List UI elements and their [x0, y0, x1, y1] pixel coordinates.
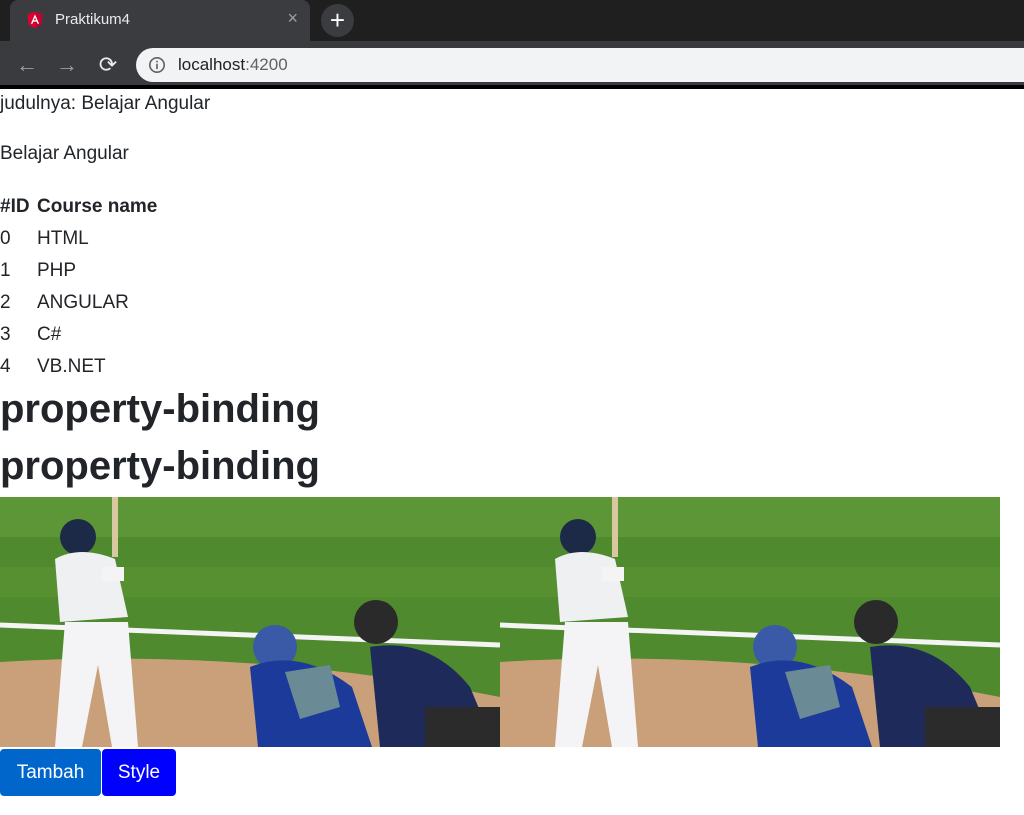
- url-text: localhost:4200: [178, 55, 288, 75]
- row-id: 3: [0, 324, 11, 345]
- row-id: 4: [0, 356, 11, 377]
- table-row: 4 VB.NET: [0, 351, 157, 383]
- subtitle-text: Belajar Angular: [0, 143, 129, 164]
- new-tab-button[interactable]: +: [321, 4, 354, 37]
- forward-arrow-icon[interactable]: →: [55, 53, 79, 77]
- row-course-name: ANGULAR: [37, 292, 129, 313]
- baseball-photo-2: [500, 497, 1000, 747]
- row-id: 2: [0, 292, 11, 313]
- row-id: 0: [0, 228, 11, 249]
- url-host: localhost: [178, 55, 246, 74]
- browser-toolbar: ← → ⟳ localhost:4200: [0, 41, 1024, 89]
- property-binding-heading-1: property-binding: [0, 387, 320, 431]
- table-header-row: #ID Course name: [0, 191, 157, 223]
- table-row: 0 HTML: [0, 223, 157, 255]
- url-port: :4200: [245, 55, 288, 74]
- course-name-column-header: Course name: [37, 196, 158, 217]
- back-arrow-icon[interactable]: ←: [15, 53, 39, 77]
- browser-chrome: Praktikum4 × + ← → ⟳ localhost:4200: [0, 0, 1024, 89]
- page-content: judulnya: Belajar Angular Belajar Angula…: [0, 89, 1024, 815]
- tambah-button[interactable]: Tambah: [0, 749, 101, 796]
- judul-text: judulnya: Belajar Angular: [0, 93, 211, 114]
- tab-title: Praktikum4: [55, 11, 131, 28]
- property-binding-heading-2: property-binding: [0, 444, 320, 488]
- row-id: 1: [0, 260, 11, 281]
- id-column-header: #ID: [0, 196, 30, 217]
- baseball-photo-1: [0, 497, 500, 747]
- info-icon[interactable]: [148, 56, 166, 74]
- close-tab-icon[interactable]: ×: [287, 9, 298, 27]
- browser-tab[interactable]: Praktikum4 ×: [10, 0, 310, 41]
- tab-strip: Praktikum4 × +: [0, 0, 1024, 41]
- row-course-name: VB.NET: [37, 356, 106, 377]
- course-table: #ID Course name 0 HTML 1 PHP 2 ANGULAR 3 C# …: [0, 191, 157, 383]
- table-row: 1 PHP: [0, 255, 157, 287]
- angular-icon: [27, 11, 43, 29]
- row-course-name: HTML: [37, 228, 89, 249]
- table-row: 3 C#: [0, 319, 157, 351]
- address-bar[interactable]: localhost:4200: [136, 48, 1024, 82]
- reload-icon[interactable]: ⟳: [96, 53, 120, 77]
- image-row: [0, 497, 1000, 747]
- row-course-name: C#: [37, 324, 62, 345]
- row-course-name: PHP: [37, 260, 77, 281]
- style-button[interactable]: Style: [102, 749, 176, 796]
- table-row: 2 ANGULAR: [0, 287, 157, 319]
